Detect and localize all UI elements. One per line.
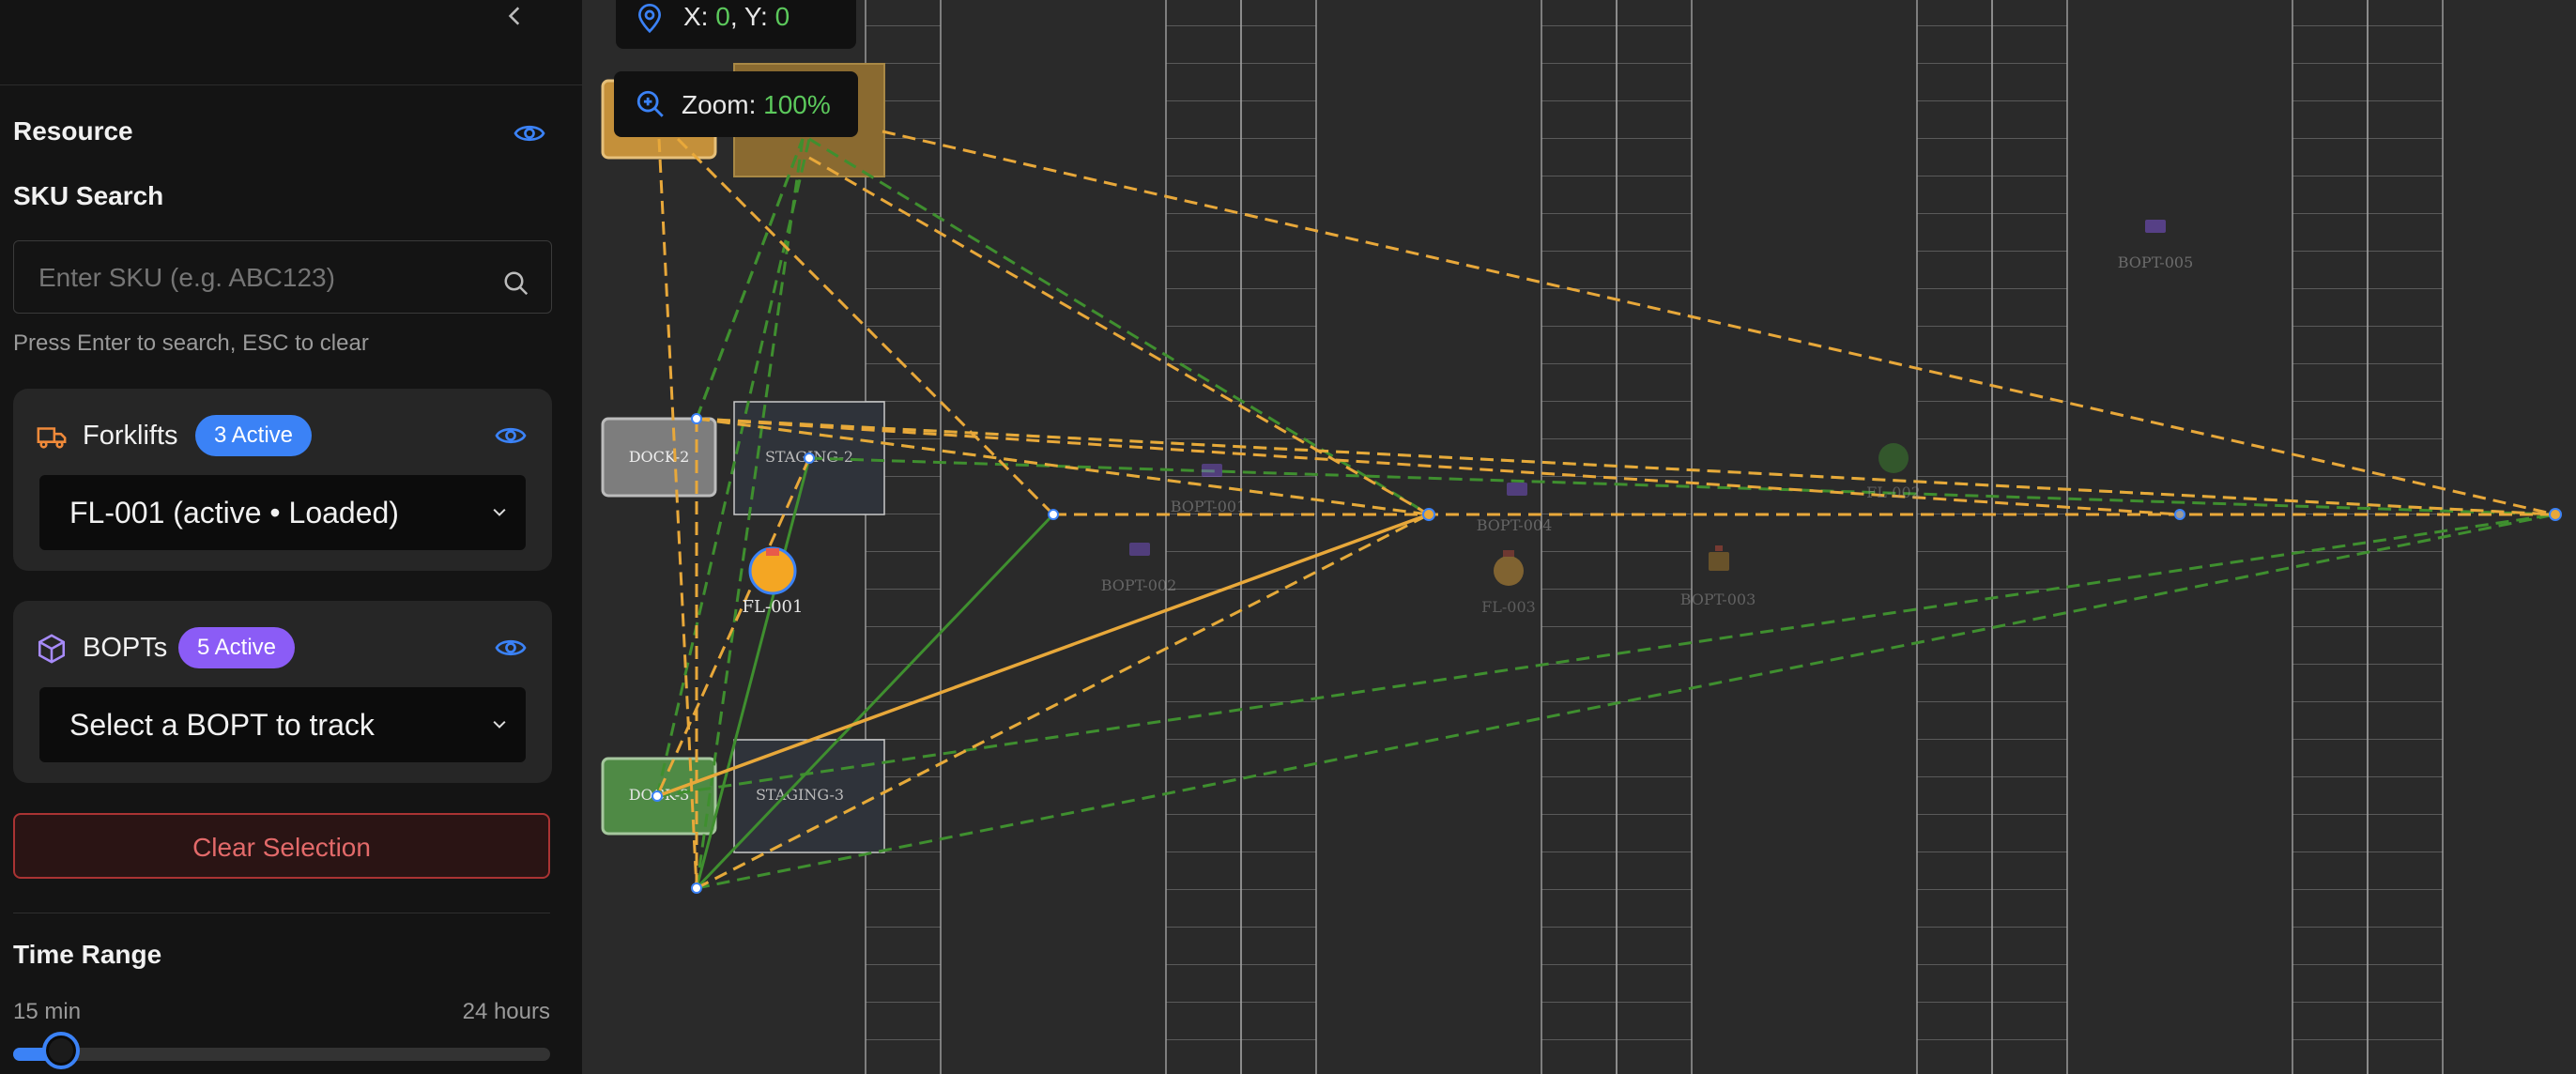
coord-separator: , — [729, 2, 738, 31]
y-value: 0 — [774, 2, 790, 31]
chevron-left-icon[interactable] — [503, 4, 528, 28]
zoom-label: Zoom: — [682, 90, 757, 119]
x-value: 0 — [715, 2, 730, 31]
sku-search-input[interactable] — [14, 241, 510, 315]
staging-3-label: STAGING-3 — [756, 786, 844, 804]
bopt-004-label: BOPT-004 — [1477, 516, 1553, 534]
bopts-visibility-eye-icon[interactable] — [494, 631, 528, 665]
coordinates-readout: X: 0, Y: 0 — [616, 0, 856, 49]
search-icon[interactable] — [502, 269, 530, 298]
forklifts-visibility-eye-icon[interactable] — [494, 419, 528, 453]
bopt-select[interactable]: Select a BOPT to track — [39, 687, 526, 762]
forklift-select-value: FL-001 (active • Loaded) — [69, 496, 399, 529]
sku-search-box — [13, 240, 552, 315]
time-range-min-label: 15 min — [13, 999, 82, 1024]
resource-title: Resource — [13, 116, 133, 146]
bopt-005-label: BOPT-005 — [2118, 253, 2194, 271]
forklifts-active-badge: 3 Active — [195, 415, 312, 456]
bopt-002-label: BOPT-002 — [1101, 576, 1177, 594]
time-range-slider[interactable] — [13, 1032, 550, 1069]
truck-icon — [37, 427, 67, 449]
chevron-down-icon — [493, 720, 506, 729]
package-icon — [38, 634, 66, 664]
bopt-select-value: Select a BOPT to track — [69, 708, 375, 742]
forklift-select[interactable]: FL-001 (active • Loaded) — [39, 475, 526, 550]
sku-search-title: SKU Search — [13, 181, 164, 210]
warehouse-map[interactable]: DOCK-2 STAGING-2 DOCK-3 STAGING-3 — [582, 0, 2576, 1074]
fl-002-label: FL-002 — [1866, 483, 1921, 501]
chevron-down-icon — [493, 508, 506, 516]
sidebar: Resource SKU Search Press Enter to searc… — [0, 0, 582, 1074]
bopts-card: BOPTs 5 Active Select a BOPT to track — [13, 601, 552, 783]
bopts-active-badge: 5 Active — [178, 627, 295, 668]
header-divider — [0, 84, 582, 85]
time-range-max-label: 24 hours — [462, 999, 550, 1024]
resource-visibility-eye-icon[interactable] — [513, 116, 546, 150]
zoom-in-icon — [636, 90, 664, 117]
sku-search-hint: Press Enter to search, ESC to clear — [13, 330, 369, 356]
bopt-003-label: BOPT-003 — [1680, 591, 1756, 608]
bopt-001-label: BOPT-001 — [1171, 498, 1247, 515]
bopts-title: BOPTs — [83, 633, 168, 663]
fl-003-label: FL-003 — [1481, 598, 1536, 616]
forklifts-card: Forklifts 3 Active FL-001 (active • Load… — [13, 389, 552, 571]
zoom-value: 100% — [763, 90, 831, 119]
y-label: Y: — [744, 2, 768, 31]
clear-selection-button[interactable]: Clear Selection — [13, 813, 550, 879]
time-range-slider-thumb[interactable] — [42, 1032, 80, 1069]
dock-2-label: DOCK-2 — [629, 448, 690, 466]
forklifts-title: Forklifts — [83, 421, 178, 451]
fl-001-label: FL-001 — [743, 597, 804, 617]
x-label: X: — [683, 2, 709, 31]
time-range-title: Time Range — [13, 940, 162, 969]
map-pin-icon — [637, 4, 662, 34]
zoom-readout: Zoom: 100% — [614, 71, 858, 137]
